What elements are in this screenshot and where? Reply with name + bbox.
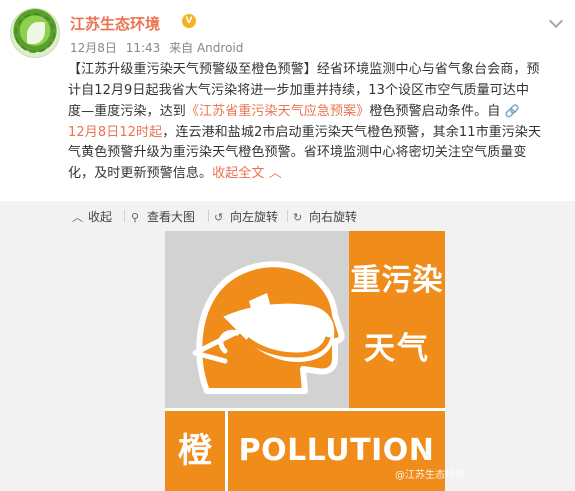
poster-orange-panel: 重污染 天气 [349, 231, 445, 408]
collapse-image-label: 收起 [88, 210, 113, 224]
avatar[interactable] [10, 8, 60, 58]
view-large-button[interactable]: ⚲ 查看大图 [131, 208, 195, 225]
masked-head-icon [192, 261, 345, 394]
poster-title-line-1: 重污染 [350, 263, 444, 298]
post-line-3: 度—重度污染，达到《江苏省重污染天气应急预案》橙色预警启动条件。自 🔗 [68, 101, 568, 123]
post-time: 11:43 [125, 41, 161, 55]
chevron-up-icon: ︿ [72, 211, 83, 224]
post-line-6-text: 化，及时更新预警信息。 [68, 165, 213, 181]
post-line-6: 化，及时更新预警信息。收起全文 ︿ [68, 164, 568, 185]
post-line-4-text: ，连云港和盐城2市启动重污染天气橙色预警，其余11市重污染天 [162, 124, 542, 140]
post-line-1: 【江苏升级重污染天气预警级至橙色预警】经省环境监测中心与省气象台会商，预 [68, 62, 540, 77]
link-icon: 🔗 [504, 104, 520, 118]
user-name[interactable]: 江苏生态环境 [70, 13, 160, 34]
poster-title-line-2: 天气 [364, 331, 430, 367]
verified-badge-icon: V [182, 14, 196, 28]
chevron-down-icon[interactable] [549, 14, 563, 28]
post-text: 【江苏升级重污染天气预警级至橙色预警】经省环境监测中心与省气象台会商，预 计自1… [68, 60, 568, 184]
rotate-left-icon: ↺ [214, 211, 224, 224]
post-date: 12月8日 [70, 41, 117, 55]
post-header: 江苏生态环境 V 12月8日 11:43 来自 Android [10, 8, 565, 60]
emergency-plan-link[interactable]: 《江苏省重污染天气应急预案》 [186, 104, 369, 119]
chevron-up-icon: ︿ [268, 165, 282, 181]
poster-grey-panel [165, 231, 349, 408]
view-large-label: 查看大图 [147, 210, 196, 224]
rotate-right-label: 向右旋转 [309, 210, 358, 224]
collapse-text-link[interactable]: 收起全文 ︿ [212, 166, 282, 181]
warning-level-label: 橙 [165, 411, 225, 491]
post-line-3-text-b: 橙色预警启动条件。自 [369, 104, 501, 119]
post-meta: 12月8日 11:43 来自 Android [70, 39, 248, 56]
post-source[interactable]: 来自 Android [169, 41, 243, 55]
rotate-left-button[interactable]: ↺ 向左旋转 [214, 208, 278, 225]
post-line-4: 12月8日12时起，连云港和盐城2市启动重污染天气橙色预警，其余11市重污染天 [68, 123, 568, 144]
toolbar-divider [208, 210, 209, 222]
rotate-left-label: 向左旋转 [230, 210, 279, 224]
post-line-2: 计自12月9日起我省大气污染将进一步加重并持续，13个设区市空气质量可达中 [68, 82, 530, 98]
post-line-3-text-a: 度—重度污染，达到 [68, 104, 186, 119]
image-toolbar: ︿ 收起 ⚲ 查看大图 ↺ 向左旋转 ↻ 向右旋转 [0, 201, 575, 231]
toolbar-divider [124, 210, 125, 222]
image-watermark: @江苏生态环境 [395, 470, 465, 481]
rotate-right-icon: ↻ [293, 211, 303, 224]
toolbar-divider [287, 210, 288, 222]
magnifier-icon: ⚲ [131, 211, 140, 224]
pollution-warning-poster[interactable]: 重污染 天气 橙 POLLUTION [165, 231, 445, 491]
collapse-image-button[interactable]: ︿ 收起 [72, 208, 112, 225]
time-link[interactable]: 12月8日12时起 [68, 125, 162, 140]
rotate-right-button[interactable]: ↻ 向右旋转 [293, 208, 357, 225]
collapse-text-label: 收起全文 [212, 165, 265, 181]
post-image-area: 重污染 天气 橙 POLLUTION @江苏生态环境 [0, 231, 575, 491]
post-line-5: 气黄色预警升级为重污染天气橙色预警。省环境监测中心将密切关注空气质量变 [68, 145, 527, 160]
